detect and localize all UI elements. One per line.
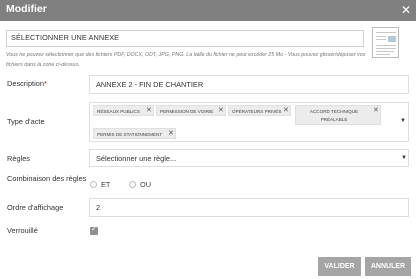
radio-ou-label: OU bbox=[140, 180, 152, 189]
locked-label: Verrouillé bbox=[7, 226, 38, 235]
chip-remove-icon[interactable]: ✕ bbox=[168, 130, 174, 138]
check-icon: ✓ bbox=[91, 226, 97, 233]
dropdown-caret-icon[interactable]: ▼ bbox=[400, 118, 406, 124]
type-chip: RÉSEAUX PUBLICS ✕ bbox=[93, 105, 154, 116]
rules-placeholder: Sélectionner une règle... bbox=[96, 154, 177, 163]
radio-et[interactable] bbox=[90, 181, 97, 188]
document-thumbnail-icon bbox=[372, 27, 399, 58]
order-label: Ordre d'affichage bbox=[7, 203, 64, 212]
file-upload-hint: Vous ne pouvez sélectionner que des fich… bbox=[6, 52, 366, 68]
type-label: Type d'acte bbox=[7, 117, 45, 126]
order-input[interactable]: 2 bbox=[89, 198, 409, 217]
radio-et-label: ET bbox=[101, 180, 111, 189]
rules-label: Règles bbox=[7, 154, 31, 163]
combination-label: Combinaison des règles bbox=[7, 174, 87, 183]
description-value: ANNEXE 2 - FIN DE CHANTIER bbox=[96, 80, 204, 89]
description-label: Description* bbox=[7, 79, 47, 88]
type-chip: PERMIS DE STATIONNEMENT ✕ bbox=[93, 128, 176, 139]
dropdown-caret-icon[interactable]: ▼ bbox=[401, 155, 407, 161]
rules-select[interactable]: Sélectionner une règle... ▼ bbox=[89, 149, 409, 167]
edit-dialog: Modifier ✕ SÉLECTIONNER UNE ANNEXE Vous … bbox=[0, 0, 416, 279]
select-annex-label: SÉLECTIONNER UNE ANNEXE bbox=[11, 33, 120, 42]
select-annex-button[interactable]: SÉLECTIONNER UNE ANNEXE bbox=[6, 30, 364, 47]
type-chip: ACCORD TECHNIQUE PRÉALABLE ✕ bbox=[295, 105, 381, 125]
required-mark: * bbox=[43, 79, 47, 88]
type-chip: PERMISSION DE VOIRIE ✕ bbox=[156, 105, 226, 116]
validate-button[interactable]: VALIDER bbox=[318, 257, 361, 276]
chip-remove-icon[interactable]: ✕ bbox=[218, 107, 224, 115]
radio-ou[interactable] bbox=[129, 181, 136, 188]
chip-remove-icon[interactable]: ✕ bbox=[283, 107, 289, 115]
close-icon[interactable]: ✕ bbox=[401, 3, 411, 17]
locked-checkbox[interactable]: ✓ bbox=[90, 226, 98, 235]
dialog-title: Modifier bbox=[6, 3, 47, 15]
type-chip: OPÉRATEURS PRIVÉS ✕ bbox=[228, 105, 291, 116]
dialog-titlebar: Modifier ✕ bbox=[0, 0, 416, 21]
order-value: 2 bbox=[96, 203, 101, 212]
chip-remove-icon[interactable]: ✕ bbox=[373, 107, 379, 115]
chip-remove-icon[interactable]: ✕ bbox=[146, 107, 152, 115]
type-multiselect[interactable]: RÉSEAUX PUBLICS ✕ PERMISSION DE VOIRIE ✕… bbox=[89, 102, 409, 142]
description-input[interactable]: ANNEXE 2 - FIN DE CHANTIER bbox=[89, 75, 409, 94]
cancel-button[interactable]: ANNULER bbox=[365, 257, 411, 276]
